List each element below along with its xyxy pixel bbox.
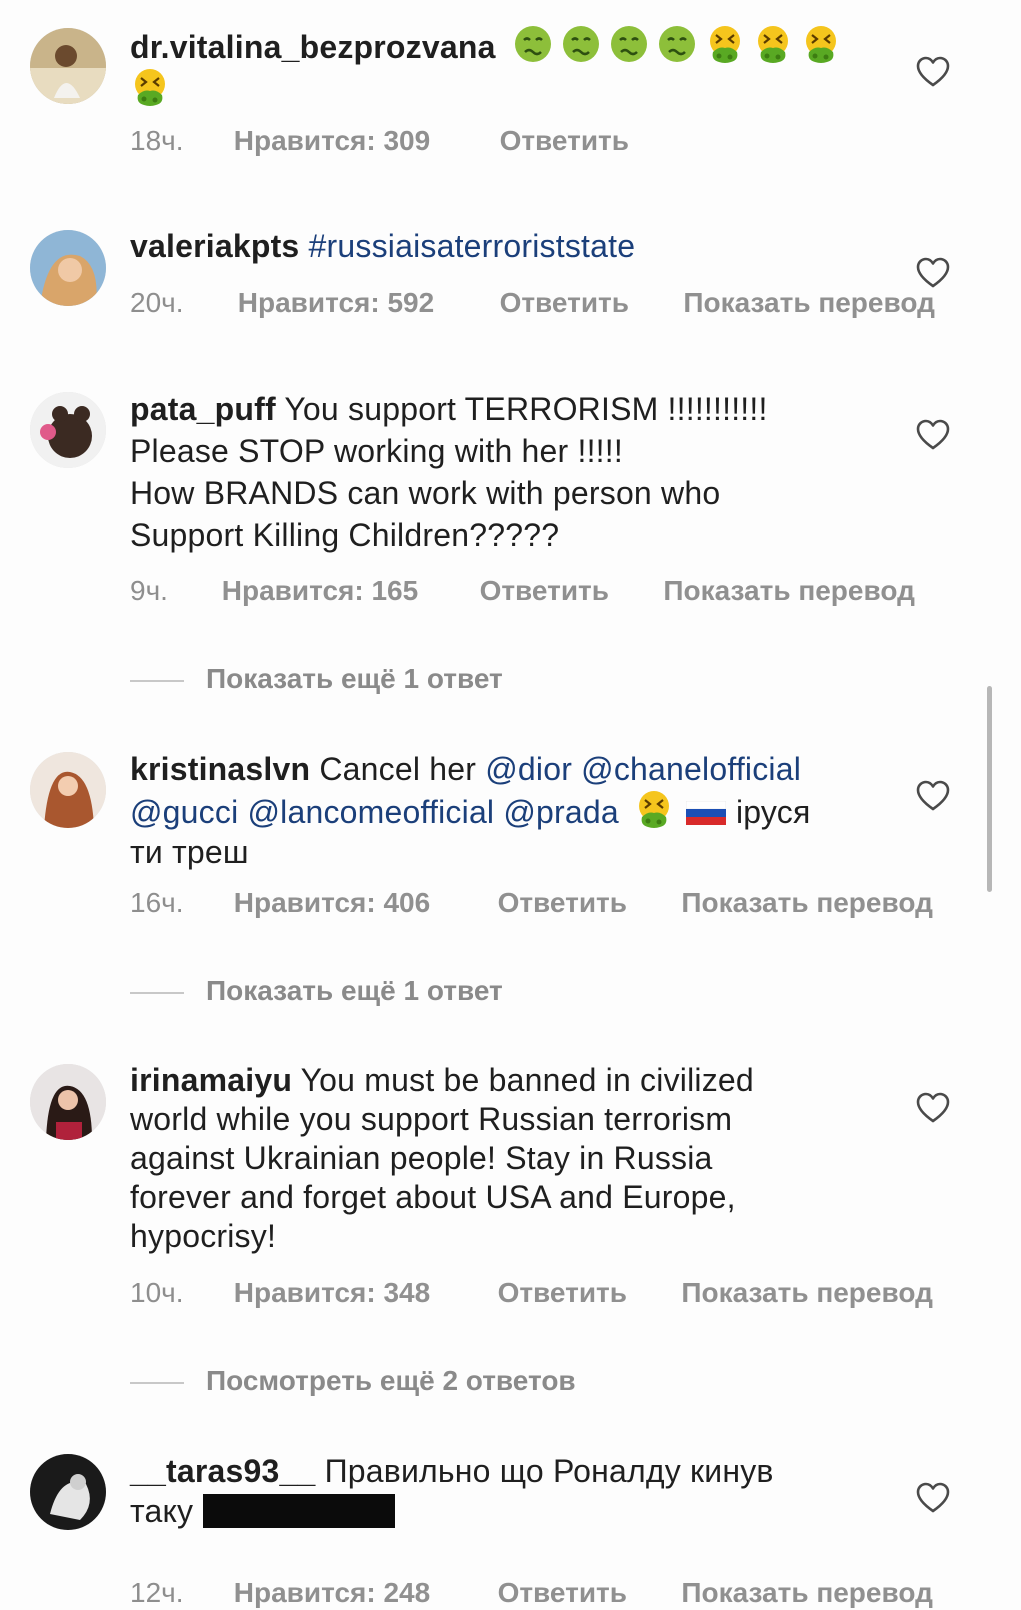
reply-button[interactable]: Ответить bbox=[498, 886, 674, 920]
divider bbox=[130, 679, 184, 682]
likes-count[interactable]: Нравится: 592 bbox=[238, 286, 492, 320]
reply-button[interactable]: Ответить bbox=[498, 1576, 674, 1610]
comment-body: ти треш bbox=[130, 834, 249, 870]
show-more-replies-button[interactable]: Посмотреть ещё 2 ответов bbox=[130, 1364, 576, 1398]
show-more-replies-label: Посмотреть ещё 2 ответов bbox=[206, 1365, 576, 1396]
comment-text: irinamaiyu You must be banned in civiliz… bbox=[130, 1061, 890, 1256]
comment-meta: 12ч. Нравится: 248 Ответить Показать пер… bbox=[130, 1576, 933, 1610]
comment-body-line: against Ukrainian people! Stay in Russia bbox=[130, 1140, 713, 1176]
username[interactable]: pata_puff bbox=[130, 391, 276, 427]
comment-body-line: You support TERRORISM !!!!!!!!!!! bbox=[284, 391, 768, 427]
comment-text: kristinaslvn Cancel her @dior @chaneloff… bbox=[130, 749, 890, 872]
show-translation-button[interactable]: Показать перевод bbox=[681, 1576, 933, 1610]
likes-count[interactable]: Нравится: 248 bbox=[234, 1576, 490, 1610]
show-translation-button[interactable]: Показать перевод bbox=[681, 1276, 933, 1310]
comment-time: 16ч. bbox=[130, 887, 184, 918]
russia-flag-icon bbox=[685, 801, 726, 825]
mention-link[interactable]: @prada bbox=[503, 794, 619, 830]
username[interactable]: irinamaiyu bbox=[130, 1062, 292, 1098]
like-heart-icon[interactable] bbox=[916, 780, 950, 812]
avatar[interactable] bbox=[30, 28, 106, 104]
vomiting-face-emoji-icon bbox=[801, 24, 841, 64]
nauseated-face-emoji-icon bbox=[657, 24, 697, 64]
avatar[interactable] bbox=[30, 392, 106, 468]
redaction-bar bbox=[203, 1494, 396, 1528]
vomiting-face-emoji-icon bbox=[634, 789, 674, 829]
avatar[interactable] bbox=[30, 1064, 106, 1140]
username[interactable]: __taras93__ bbox=[130, 1453, 315, 1489]
reply-button[interactable]: Ответить bbox=[500, 286, 676, 320]
comment-body-line: Please STOP working with her !!!!! bbox=[130, 433, 623, 469]
comment-time: 9ч. bbox=[130, 575, 168, 606]
comment-meta: 16ч. Нравится: 406 Ответить Показать пер… bbox=[130, 886, 933, 920]
vomiting-face-emoji-icon bbox=[705, 24, 745, 64]
username[interactable]: valeriakpts bbox=[130, 228, 299, 264]
show-translation-button[interactable]: Показать перевод bbox=[663, 574, 915, 608]
mention-link[interactable]: @dior bbox=[485, 751, 572, 787]
comment-time: 12ч. bbox=[130, 1577, 184, 1608]
comment-body-line: таку bbox=[130, 1493, 194, 1529]
like-heart-icon[interactable] bbox=[916, 419, 950, 451]
comment-body-line: You must be banned in civilized bbox=[300, 1062, 754, 1098]
likes-count[interactable]: Нравится: 406 bbox=[234, 886, 490, 920]
comment-meta: 18ч. Нравится: 309 Ответить bbox=[130, 124, 629, 158]
like-heart-icon[interactable] bbox=[916, 1482, 950, 1514]
avatar[interactable] bbox=[30, 1454, 106, 1530]
username[interactable]: dr.vitalina_bezprozvana bbox=[130, 29, 496, 65]
avatar[interactable] bbox=[30, 230, 106, 306]
username[interactable]: kristinaslvn bbox=[130, 751, 310, 787]
likes-count[interactable]: Нравится: 165 bbox=[222, 574, 472, 608]
comment-meta: 20ч. Нравится: 592 Ответить Показать пер… bbox=[130, 286, 935, 320]
divider bbox=[130, 1381, 184, 1384]
mention-link[interactable]: @lancomeofficial bbox=[247, 794, 494, 830]
comment-body: іруся bbox=[735, 794, 811, 830]
scrollbar[interactable] bbox=[987, 686, 992, 892]
comment-text: __taras93__ Правильно що Роналду кинув т… bbox=[130, 1451, 890, 1531]
mention-link[interactable]: @chanelofficial bbox=[581, 751, 801, 787]
comment-time: 10ч. bbox=[130, 1277, 184, 1308]
comment-body-line: Правильно що Роналду кинув bbox=[324, 1453, 774, 1489]
divider bbox=[130, 991, 184, 994]
comment-meta: 10ч. Нравится: 348 Ответить Показать пер… bbox=[130, 1276, 933, 1310]
nauseated-face-emoji-icon bbox=[513, 24, 553, 64]
hashtag-link[interactable]: #russiaisaterroriststate bbox=[309, 228, 636, 264]
nauseated-face-emoji-icon bbox=[609, 24, 649, 64]
comment-time: 20ч. bbox=[130, 287, 184, 318]
comment-body: Cancel her bbox=[319, 751, 477, 787]
like-heart-icon[interactable] bbox=[916, 1092, 950, 1124]
show-more-replies-button[interactable]: Показать ещё 1 ответ bbox=[130, 662, 503, 696]
comment-body-line: hypocrisy! bbox=[130, 1218, 277, 1254]
likes-count[interactable]: Нравится: 309 bbox=[234, 124, 492, 158]
vomiting-face-emoji-icon bbox=[130, 67, 170, 107]
comment-text: pata_puff You support TERRORISM !!!!!!!!… bbox=[130, 388, 890, 556]
reply-button[interactable]: Ответить bbox=[500, 124, 629, 158]
reply-button[interactable]: Ответить bbox=[480, 574, 656, 608]
comment-body-line: How BRANDS can work with person who bbox=[130, 475, 721, 511]
comment-body-line: Support Killing Children????? bbox=[130, 517, 560, 553]
reply-button[interactable]: Ответить bbox=[498, 1276, 674, 1310]
comment-body-line: forever and forget about USA and Europe, bbox=[130, 1179, 736, 1215]
nauseated-face-emoji-icon bbox=[561, 24, 601, 64]
comment-text: dr.vitalina_bezprozvana bbox=[130, 24, 890, 110]
show-more-replies-button[interactable]: Показать ещё 1 ответ bbox=[130, 974, 503, 1008]
likes-count[interactable]: Нравится: 348 bbox=[234, 1276, 490, 1310]
comment-time: 18ч. bbox=[130, 125, 184, 156]
show-translation-button[interactable]: Показать перевод bbox=[681, 886, 933, 920]
mention-link[interactable]: @gucci bbox=[130, 794, 238, 830]
comment-text: valeriakpts #russiaisaterroriststate bbox=[130, 226, 890, 266]
show-more-replies-label: Показать ещё 1 ответ bbox=[206, 975, 503, 1006]
vomiting-face-emoji-icon bbox=[753, 24, 793, 64]
like-heart-icon[interactable] bbox=[916, 56, 950, 88]
comment-body-line: world while you support Russian terroris… bbox=[130, 1101, 733, 1137]
avatar[interactable] bbox=[30, 752, 106, 828]
show-more-replies-label: Показать ещё 1 ответ bbox=[206, 663, 503, 694]
show-translation-button[interactable]: Показать перевод bbox=[683, 286, 935, 320]
like-heart-icon[interactable] bbox=[916, 257, 950, 289]
comment-meta: 9ч. Нравится: 165 Ответить Показать пере… bbox=[130, 574, 915, 608]
